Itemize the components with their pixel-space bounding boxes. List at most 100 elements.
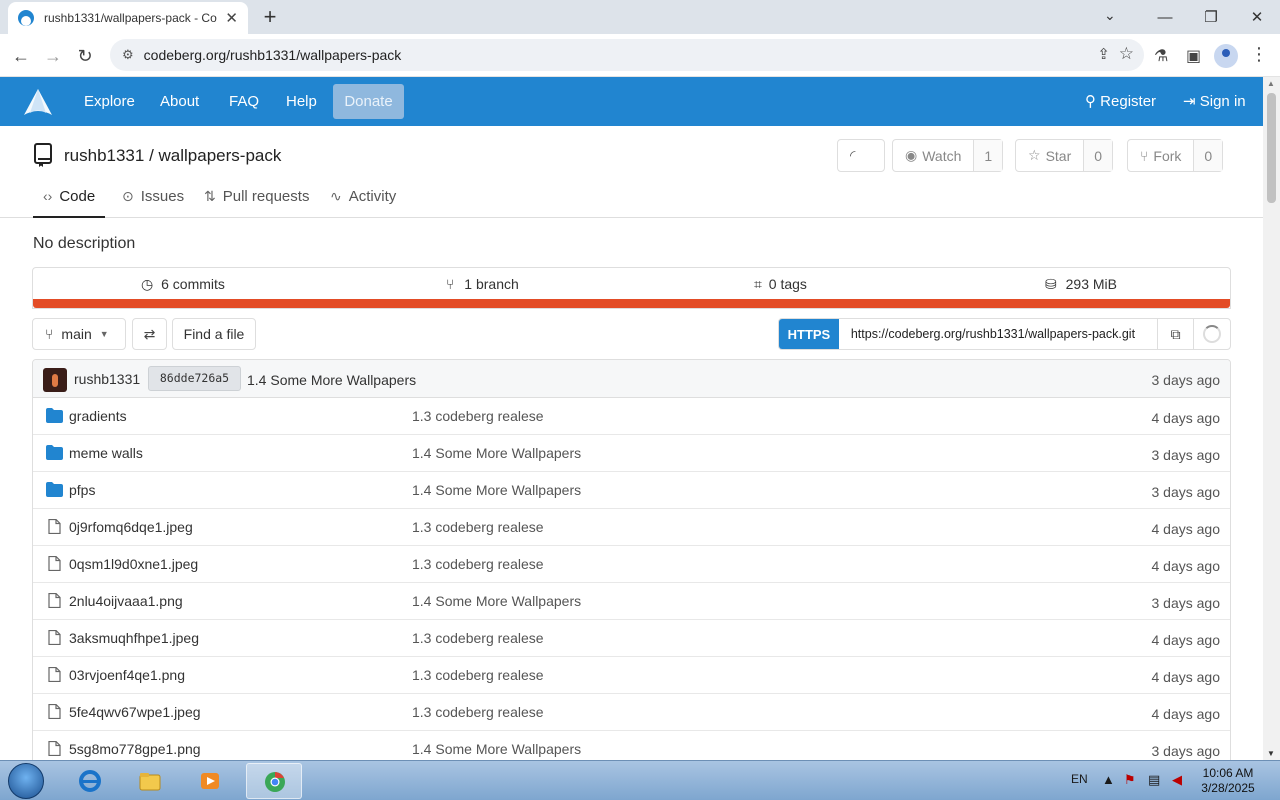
file-commit-message[interactable]: 1.3 codeberg realese	[412, 519, 544, 535]
bookmark-star-icon[interactable]: ☆	[1119, 44, 1134, 64]
file-commit-message[interactable]: 1.4 Some More Wallpapers	[412, 445, 581, 461]
forward-icon[interactable]: →	[40, 43, 66, 69]
codeberg-logo-icon[interactable]	[22, 87, 54, 117]
file-name[interactable]: 5sg8mo778gpe1.png	[69, 741, 201, 757]
tab-title: rushb1331/wallpapers-pack - Co	[44, 11, 217, 25]
loading-spinner-icon[interactable]	[1194, 319, 1230, 349]
file-name[interactable]: 0qsm1l9d0xne1.jpeg	[69, 556, 198, 572]
tab-pull-requests[interactable]: ⇅ Pull requests	[204, 188, 309, 218]
tab-issues-label: Issues	[140, 188, 185, 205]
file-row: meme walls 1.4 Some More Wallpapers 3 days…	[33, 435, 1230, 472]
compare-button[interactable]: ⇄	[132, 318, 167, 350]
signin-link[interactable]: ⇥ Sign in	[1183, 77, 1246, 126]
repo-title[interactable]: rushb1331 / wallpapers-pack	[64, 146, 281, 166]
star-count[interactable]: 0	[1083, 140, 1113, 171]
tab-code[interactable]: ‹› Code	[33, 188, 106, 218]
scrollbar-thumb[interactable]	[1267, 93, 1276, 203]
file-name[interactable]: 03rvjoenf4qe1.png	[69, 667, 185, 683]
file-commit-time: 3 days ago	[1151, 484, 1221, 500]
file-commit-message[interactable]: 1.3 codeberg realese	[412, 556, 544, 572]
back-icon[interactable]: ←	[8, 43, 34, 69]
author-avatar[interactable]	[43, 368, 67, 392]
taskbar-ie[interactable]	[62, 763, 118, 799]
scroll-up-icon[interactable]: ▲	[1267, 79, 1275, 88]
register-link[interactable]: ⚲ Register	[1085, 77, 1156, 126]
commit-sha[interactable]: 86dde726a5	[148, 366, 241, 391]
address-url[interactable]: codeberg.org/rushb1331/wallpapers-pack	[144, 47, 402, 63]
minimize-icon[interactable]: —	[1142, 9, 1188, 26]
nav-explore[interactable]: Explore	[84, 77, 135, 126]
commits-stat[interactable]: ◷ 6 commits	[141, 268, 225, 301]
file-commit-message[interactable]: 1.4 Some More Wallpapers	[412, 741, 581, 757]
tags-stat[interactable]: ⌗ 0 tags	[754, 268, 807, 301]
fork-button[interactable]: ⑂ Fork 0	[1127, 139, 1224, 172]
copy-icon[interactable]: ⧉	[1158, 319, 1195, 349]
watch-count[interactable]: 1	[973, 140, 1003, 171]
repo-book-icon	[34, 143, 52, 167]
star-button[interactable]: ☆ Star 0	[1015, 139, 1114, 172]
start-button[interactable]	[8, 763, 44, 799]
tab-search-chevron-icon[interactable]: ⌄	[1104, 7, 1116, 24]
file-icon	[48, 593, 61, 608]
network-icon[interactable]: ▤	[1148, 772, 1160, 788]
language-bar[interactable]	[33, 299, 1230, 308]
file-name[interactable]: pfps	[69, 482, 95, 498]
chevron-down-icon: ▼	[99, 329, 109, 339]
file-name[interactable]: 0j9rfomq6dqe1.jpeg	[69, 519, 193, 535]
labs-flask-icon[interactable]: ⚗	[1154, 46, 1168, 66]
reload-icon[interactable]: ↻	[72, 43, 98, 69]
browser-tab[interactable]: rushb1331/wallpapers-pack - Co ✕	[8, 2, 248, 34]
donate-button[interactable]: Donate	[333, 84, 404, 119]
taskbar-explorer[interactable]	[122, 763, 178, 799]
rss-button[interactable]: ◜	[837, 139, 885, 172]
page-scrollbar[interactable]: ▲ ▼	[1263, 77, 1280, 760]
clone-url-input[interactable]: https://codeberg.org/rushb1331/wallpaper…	[839, 319, 1159, 349]
file-name[interactable]: 5fe4qwv67wpe1.jpeg	[69, 704, 201, 720]
sign-in-icon: ⇥	[1183, 93, 1196, 110]
pull-request-icon: ⇅	[204, 188, 216, 204]
language-indicator[interactable]: EN	[1071, 772, 1088, 786]
file-icon	[48, 667, 61, 682]
tab-issues[interactable]: ⊙ Issues	[122, 188, 184, 218]
close-tab-icon[interactable]: ✕	[225, 9, 238, 27]
commit-message[interactable]: 1.4 Some More Wallpapers	[247, 372, 416, 388]
browser-menu-icon[interactable]: ⋮	[1250, 44, 1268, 65]
fork-count[interactable]: 0	[1193, 140, 1223, 171]
share-icon[interactable]: ⇪	[1097, 45, 1110, 63]
file-name[interactable]: gradients	[69, 408, 127, 424]
branch-selector[interactable]: ⑂ main ▼	[32, 318, 126, 350]
taskbar-chrome[interactable]	[246, 763, 302, 799]
address-bar[interactable]: ⚙ codeberg.org/rushb1331/wallpapers-pack…	[110, 39, 1144, 71]
file-commit-message[interactable]: 1.4 Some More Wallpapers	[412, 593, 581, 609]
latest-commit-row: rushb1331 86dde726a5 1.4 Some More Wallp…	[33, 360, 1230, 398]
side-panel-icon[interactable]: ▣	[1186, 46, 1201, 66]
file-commit-message[interactable]: 1.4 Some More Wallpapers	[412, 482, 581, 498]
tray-chevron-up-icon[interactable]: ▲	[1102, 772, 1115, 787]
find-file-button[interactable]: Find a file	[172, 318, 256, 350]
watch-button[interactable]: ◉ Watch 1	[892, 139, 1004, 172]
nav-faq[interactable]: FAQ	[229, 77, 259, 126]
close-window-icon[interactable]: ✕	[1234, 8, 1280, 26]
nav-help[interactable]: Help	[286, 77, 317, 126]
branches-stat[interactable]: ⑂ 1 branch	[446, 268, 519, 301]
nav-about[interactable]: About	[160, 77, 199, 126]
https-button[interactable]: HTTPS	[779, 319, 839, 349]
file-name[interactable]: 3aksmuqhfhpe1.jpeg	[69, 630, 199, 646]
restore-icon[interactable]: ❐	[1188, 8, 1234, 26]
scroll-down-icon[interactable]: ▼	[1267, 749, 1275, 758]
commit-author[interactable]: rushb1331	[74, 371, 140, 387]
action-center-icon[interactable]: ⚑	[1124, 772, 1136, 788]
taskbar-clock[interactable]: 10:06 AM 3/28/2025	[1198, 766, 1258, 796]
file-commit-message[interactable]: 1.3 codeberg realese	[412, 704, 544, 720]
file-commit-message[interactable]: 1.3 codeberg realese	[412, 630, 544, 646]
tab-activity[interactable]: ∿ Activity	[330, 188, 396, 218]
volume-muted-icon[interactable]: ◀	[1172, 772, 1182, 788]
profile-avatar-icon[interactable]	[1214, 44, 1238, 68]
file-commit-message[interactable]: 1.3 codeberg realese	[412, 667, 544, 683]
file-name[interactable]: meme walls	[69, 445, 143, 461]
site-info-icon[interactable]: ⚙	[122, 47, 134, 63]
taskbar-media[interactable]	[182, 763, 238, 799]
file-name[interactable]: 2nlu4oijvaaa1.png	[69, 593, 183, 609]
file-commit-message[interactable]: 1.3 codeberg realese	[412, 408, 544, 424]
new-tab-button[interactable]: +	[258, 4, 282, 30]
